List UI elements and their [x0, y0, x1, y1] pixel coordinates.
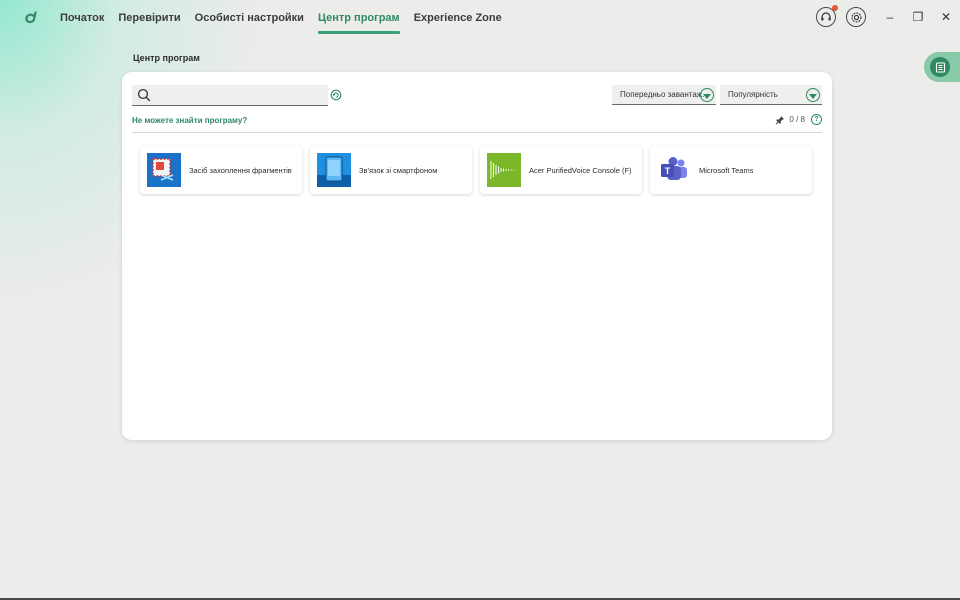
app-list: Засіб захоплення фрагментів Зв'язок зі с… [140, 146, 812, 194]
preloaded-filter-label: Попередньо завантаж. [620, 90, 705, 99]
side-panel-icon-wrap [930, 57, 950, 77]
gear-icon [850, 11, 862, 23]
app-card-snipping-tool[interactable]: Засіб захоплення фрагментів [140, 146, 302, 194]
preloaded-filter-dropdown[interactable]: Попередньо завантаж. [612, 85, 716, 105]
app-card-purified-voice[interactable]: Acer PurifiedVoice Console (F) [480, 146, 642, 194]
pin-icon [776, 115, 785, 125]
purified-voice-icon [487, 153, 521, 187]
headset-icon [821, 12, 831, 21]
app-card-phone-link[interactable]: Зв'язок зі смартфоном [310, 146, 472, 194]
teams-icon: T [657, 153, 691, 187]
list-icon [935, 61, 945, 73]
nav-item-experience-zone[interactable]: Experience Zone [407, 0, 509, 36]
snipping-tool-icon [147, 153, 181, 187]
pinned-counter: 0 / 8 ? [775, 114, 822, 125]
acer-logo-icon[interactable] [22, 8, 40, 26]
nav-item-home[interactable]: Початок [60, 0, 111, 36]
app-card-label: Microsoft Teams [699, 165, 754, 175]
divider [132, 132, 822, 133]
chevron-down-icon [700, 88, 714, 102]
side-panel-toggle[interactable] [924, 52, 960, 82]
search-box [132, 85, 328, 106]
app-card-label: Засіб захоплення фрагментів [189, 165, 292, 175]
minimize-button[interactable]: – [876, 5, 904, 29]
top-bar: Початок Перевірити Особисті настройки Це… [0, 0, 960, 36]
sort-dropdown[interactable]: Популярність [720, 85, 822, 105]
search-input[interactable] [154, 86, 328, 104]
notification-dot [832, 5, 838, 11]
help-icon[interactable]: ? [811, 114, 822, 125]
cant-find-app-link[interactable]: Не можете знайти програму? [132, 116, 247, 125]
nav-item-app-center[interactable]: Центр програм [311, 0, 407, 36]
restore-button[interactable]: ❐ [904, 5, 932, 29]
refresh-icon[interactable] [330, 89, 342, 101]
svg-text:T: T [665, 166, 671, 176]
settings-button[interactable] [846, 7, 866, 27]
main-nav: Початок Перевірити Особисті настройки Це… [60, 0, 509, 36]
app-center-panel: Попередньо завантаж. Популярність Не мож… [122, 72, 832, 440]
sort-dropdown-label: Популярність [728, 90, 778, 99]
nav-item-personal-settings[interactable]: Особисті настройки [188, 0, 311, 36]
app-card-label: Acer PurifiedVoice Console (F) [529, 165, 632, 175]
phone-link-icon [317, 153, 351, 187]
page-title: Центр програм [133, 53, 200, 63]
pinned-count: 0 / 8 [789, 115, 805, 124]
close-button[interactable]: ✕ [932, 5, 960, 29]
search-icon [134, 85, 154, 105]
top-right-controls: – ❐ ✕ [816, 5, 960, 29]
app-card-label: Зв'язок зі смартфоном [359, 165, 438, 175]
nav-item-check[interactable]: Перевірити [111, 0, 187, 36]
chevron-down-icon [806, 88, 820, 102]
app-card-teams[interactable]: T Microsoft Teams [650, 146, 812, 194]
support-button[interactable] [816, 5, 838, 27]
